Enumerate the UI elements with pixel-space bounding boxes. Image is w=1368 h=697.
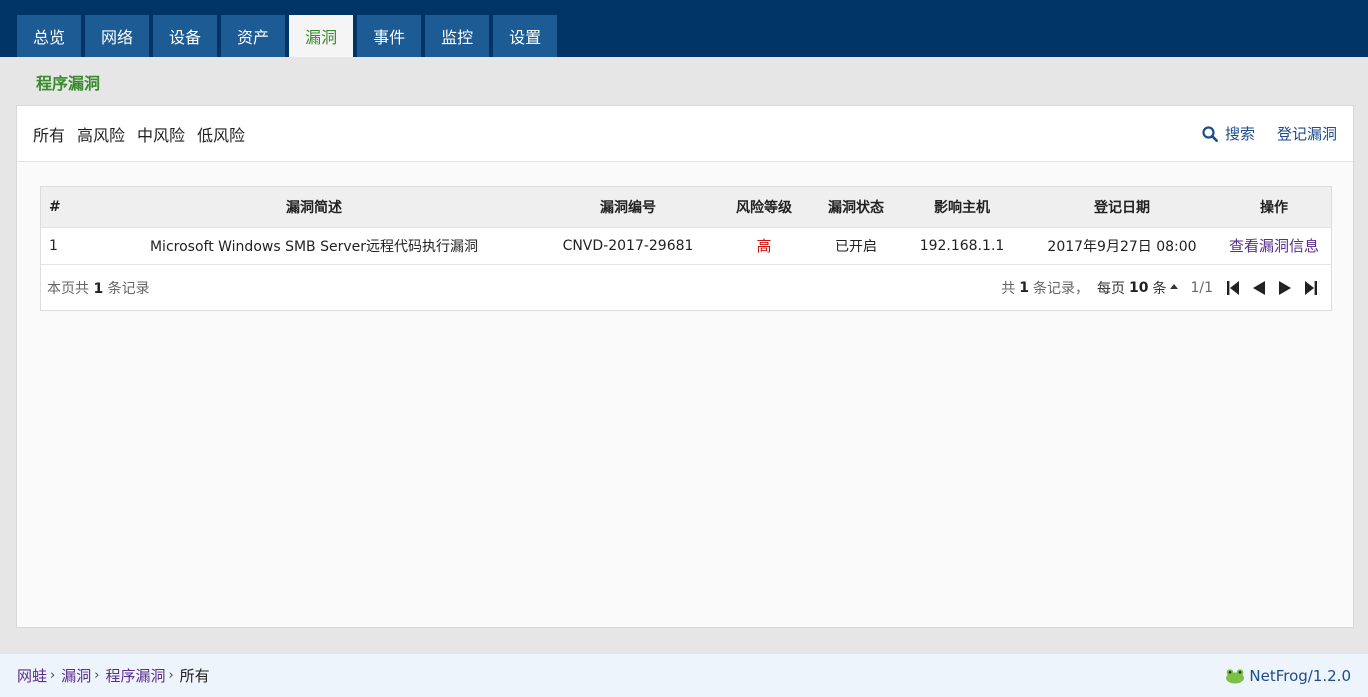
header-risk-level: 风险等级 [736, 199, 792, 216]
total-record-prefix: 共 [1001, 280, 1016, 297]
tab-network[interactable]: 网络 [85, 15, 150, 57]
page-record-number: 1 [93, 280, 104, 297]
tab-monitoring[interactable]: 监控 [425, 15, 490, 57]
breadcrumb-current: 所有 [179, 667, 210, 685]
filter-all[interactable]: 所有 [33, 122, 65, 146]
cell-description: Microsoft Windows SMB Server远程代码执行漏洞 [149, 238, 479, 255]
search-icon [1202, 125, 1218, 142]
brand: NetFrog/1.2.0 [1225, 667, 1351, 685]
main-tabs: 总览 网络 设备 资产 漏洞 事件 监控 设置 [17, 15, 561, 57]
search-label: 搜索 [1224, 125, 1255, 143]
breadcrumb-separator: › [168, 668, 174, 683]
header-actions: 操作 [1260, 199, 1288, 216]
frog-logo-icon [1226, 668, 1245, 683]
page-record-prefix: 本页共 [47, 280, 89, 297]
cell-actions: 查看漏洞信息 [1217, 227, 1331, 264]
per-page-dropdown-icon[interactable] [1170, 284, 1179, 289]
first-page-icon[interactable] [1227, 280, 1239, 295]
header-description: 漏洞简述 [286, 199, 342, 216]
page-title: 程序漏洞 [36, 74, 101, 93]
page-record-suffix: 条记录 [107, 280, 150, 297]
prev-page-icon[interactable] [1253, 280, 1265, 295]
cell-vuln-id: CNVD-2017-29681 [562, 237, 694, 254]
cell-affected-host: 192.168.1.1 [919, 237, 1005, 254]
table-header-row: # 漏洞简述 漏洞编号 风险等级 漏洞状态 影响主机 登记日期 操作 [41, 187, 1331, 227]
breadcrumb-home[interactable]: 网蛙 [17, 665, 47, 686]
cell-risk-level: 高 [756, 237, 772, 255]
view-vulnerability-link[interactable]: 查看漏洞信息 [1229, 237, 1319, 255]
last-page-icon[interactable] [1305, 280, 1317, 295]
search-button[interactable]: 搜索 [1202, 123, 1255, 144]
table-row: 1 Microsoft Windows SMB Server远程代码执行漏洞 C… [41, 227, 1331, 264]
total-record-suffix: 条记录， [1032, 280, 1089, 297]
filter-actions: 搜索 登记漏洞 [1202, 123, 1337, 144]
page-record-count: 本页共 1 条记录 [47, 278, 150, 298]
breadcrumb-separator: › [94, 668, 100, 683]
header-number: # [49, 198, 61, 215]
register-vulnerability-button[interactable]: 登记漏洞 [1277, 123, 1337, 144]
brand-version: NetFrog/1.2.0 [1249, 666, 1351, 685]
tab-overview[interactable]: 总览 [17, 15, 82, 57]
next-page-icon[interactable] [1279, 280, 1291, 295]
breadcrumb-program-vulnerabilities[interactable]: 程序漏洞 [105, 665, 165, 686]
header-affected-host: 影响主机 [934, 199, 990, 216]
pagination: 共 1 条记录， 每页 10 条 1/1 [1001, 278, 1325, 298]
per-page-suffix: 条 [1152, 280, 1167, 297]
breadcrumb-separator: › [50, 668, 56, 683]
cell-number: 1 [49, 237, 58, 254]
filter-high-risk[interactable]: 高风险 [77, 122, 125, 146]
tab-events[interactable]: 事件 [357, 15, 422, 57]
tab-settings[interactable]: 设置 [493, 15, 558, 57]
per-page-prefix: 每页 [1096, 280, 1125, 297]
filter-bar: 所有 高风险 中风险 低风险 搜索 登记漏洞 [17, 106, 1353, 162]
top-nav-bar: 总览 网络 设备 资产 漏洞 事件 监控 设置 [0, 0, 1368, 57]
cell-status: 已开启 [835, 238, 877, 255]
tab-devices[interactable]: 设备 [153, 15, 218, 57]
breadcrumb-vulnerabilities[interactable]: 漏洞 [61, 665, 91, 686]
cell-register-date: 2017年9月27日 08:00 [1047, 238, 1197, 255]
header-status: 漏洞状态 [828, 199, 884, 216]
breadcrumb: 网蛙 › 漏洞 › 程序漏洞 › 所有 [17, 665, 210, 686]
header-register-date: 登记日期 [1094, 199, 1150, 216]
tab-assets[interactable]: 资产 [221, 15, 286, 57]
vulnerability-table: # 漏洞简述 漏洞编号 风险等级 漏洞状态 影响主机 登记日期 操作 1 Mic… [40, 186, 1332, 311]
status-bar: 网蛙 › 漏洞 › 程序漏洞 › 所有 NetFrog/1.2.0 [0, 653, 1368, 697]
vulnerability-panel: 所有 高风险 中风险 低风险 搜索 登记漏洞 # 漏洞简述 漏洞编号 风险等级 [16, 105, 1354, 628]
per-page-number: 10 [1128, 279, 1149, 296]
filter-medium-risk[interactable]: 中风险 [137, 122, 185, 146]
tab-vulnerabilities[interactable]: 漏洞 [289, 15, 354, 57]
table-footer: 本页共 1 条记录 共 1 条记录， 每页 10 条 1/1 [41, 265, 1331, 311]
header-vuln-id: 漏洞编号 [600, 199, 656, 216]
page-indicator: 1/1 [1190, 279, 1213, 296]
total-record-number: 1 [1019, 279, 1029, 296]
filter-low-risk[interactable]: 低风险 [197, 122, 245, 146]
